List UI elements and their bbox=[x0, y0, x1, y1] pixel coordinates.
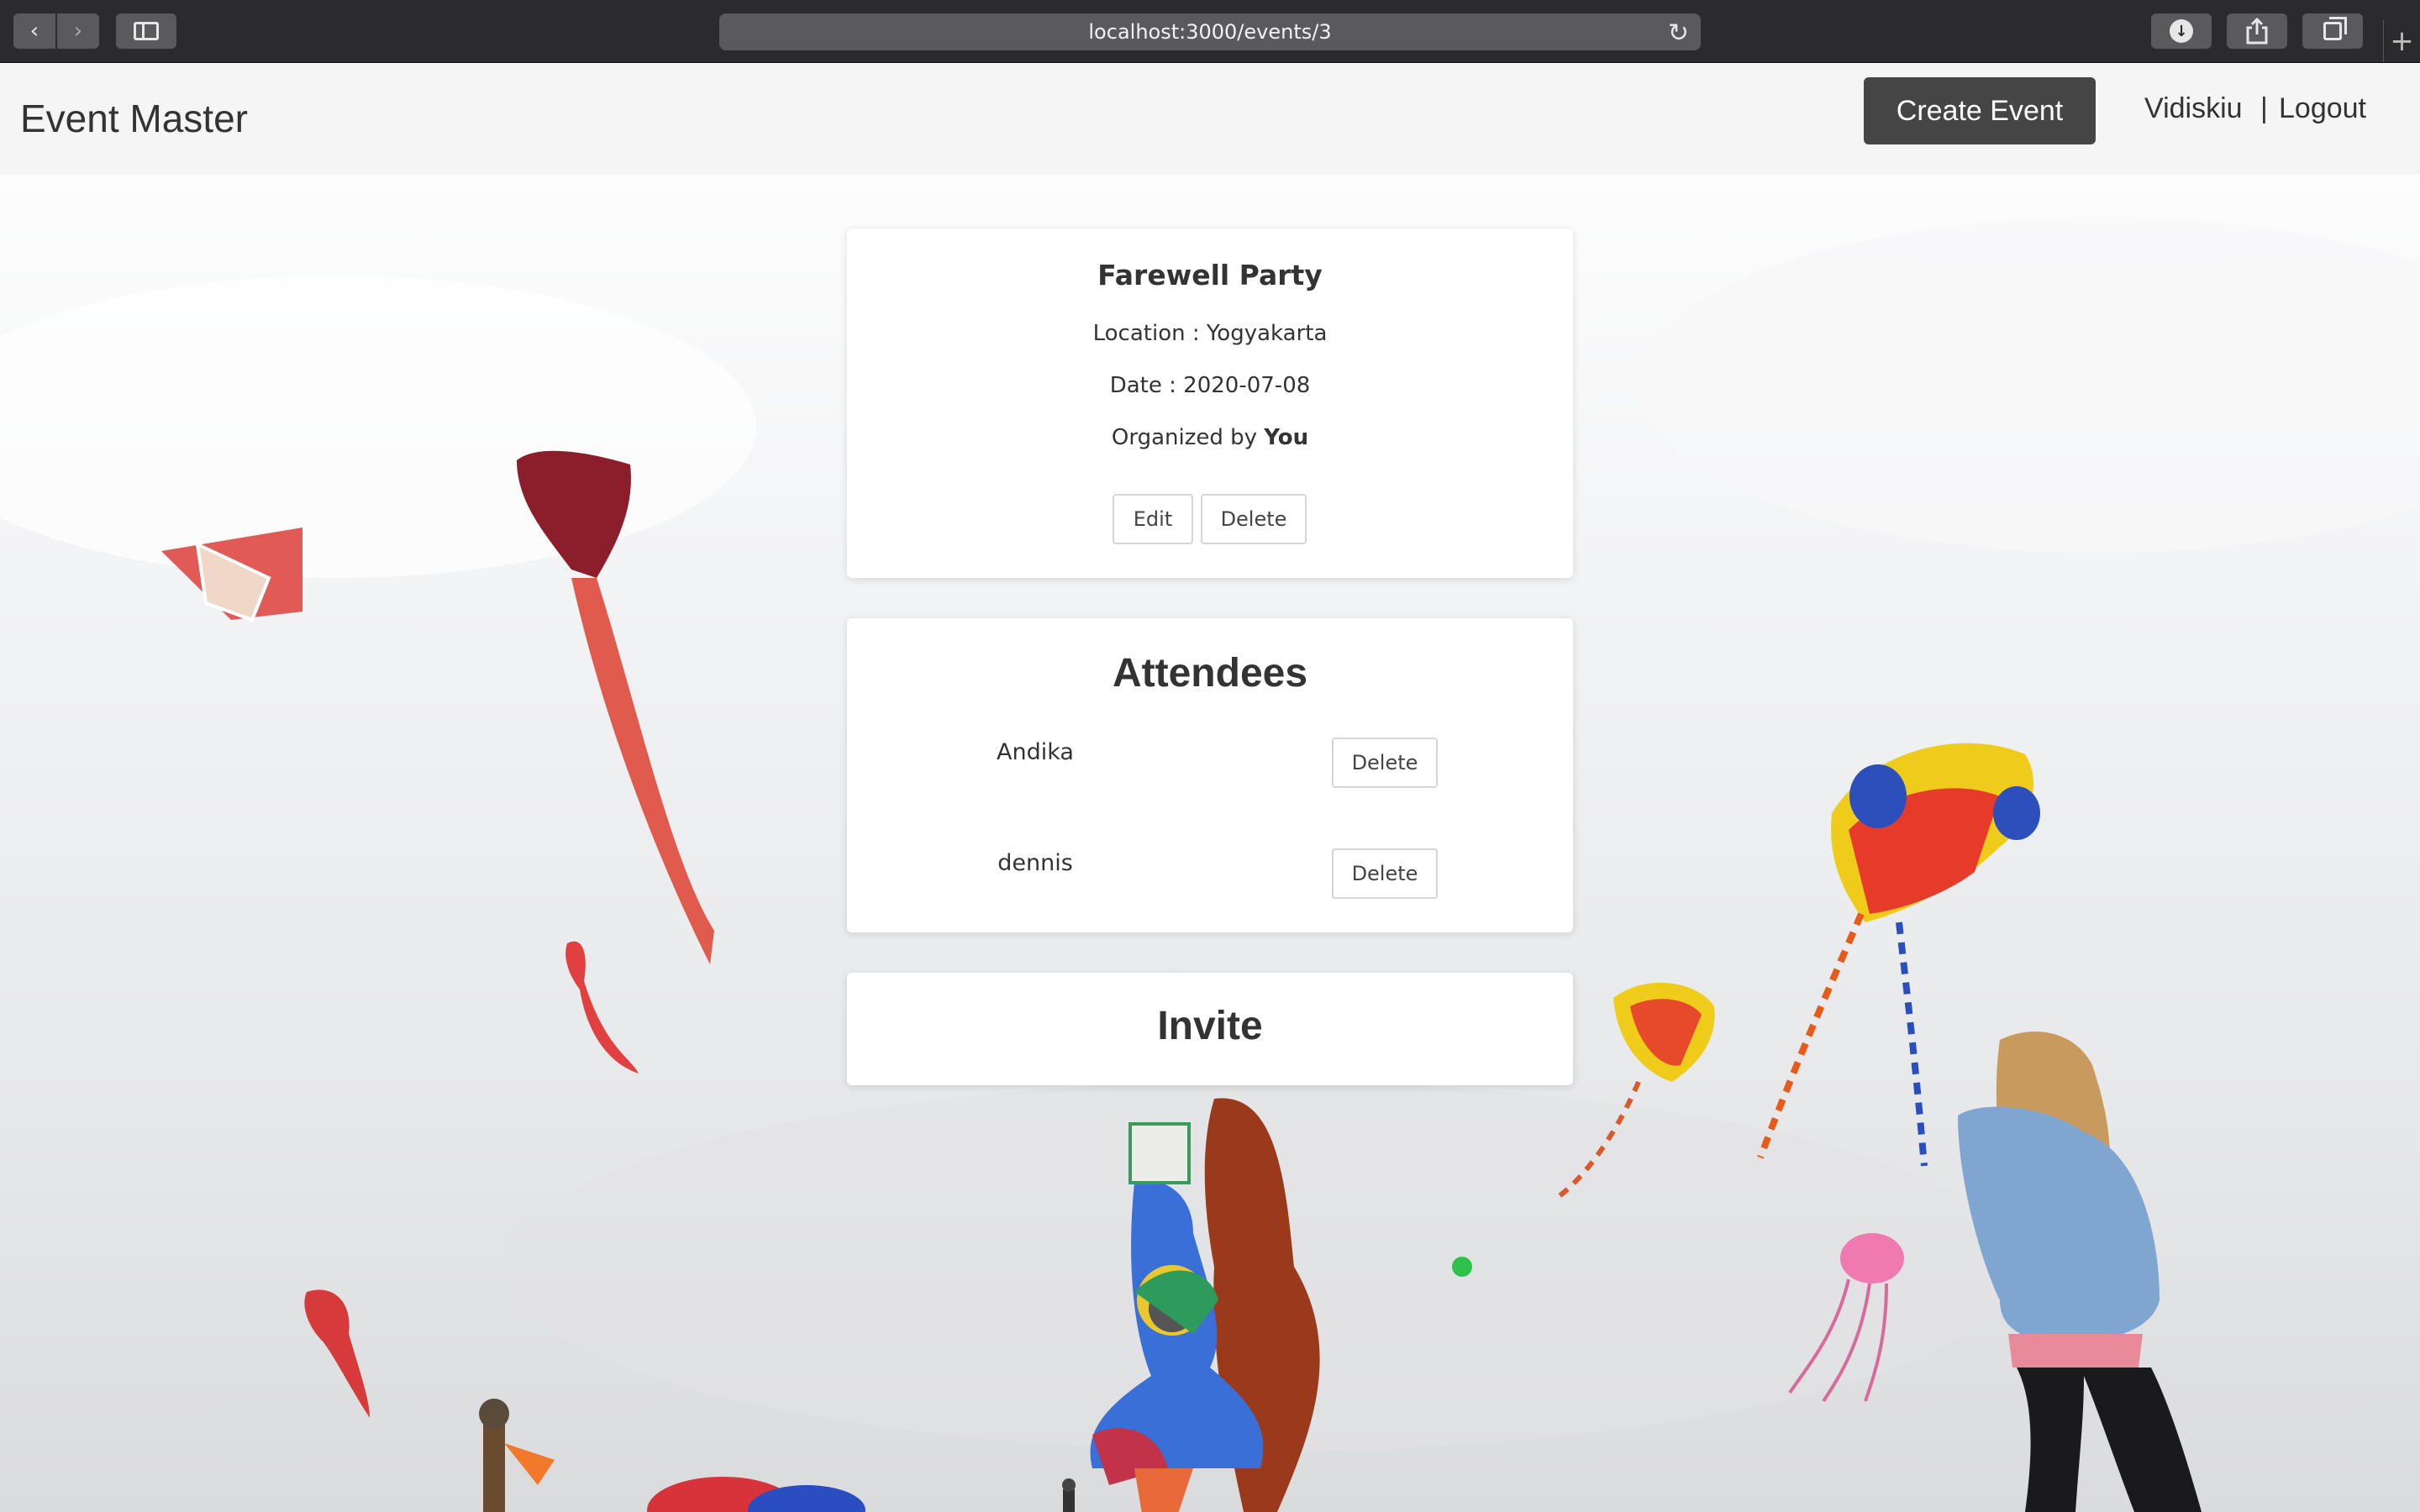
edit-event-button[interactable]: Edit bbox=[1113, 494, 1193, 544]
tabs-icon bbox=[2323, 17, 2347, 40]
delete-attendee-button[interactable]: Delete bbox=[1332, 738, 1438, 788]
address-bar[interactable]: localhost:3000/events/3 ↻ bbox=[719, 13, 1701, 50]
event-title: Farewell Party bbox=[1097, 259, 1323, 291]
invite-title: Invite bbox=[1157, 1004, 1263, 1048]
app-navbar: Event Master Create Event Vidiskiu | Log… bbox=[0, 64, 2420, 175]
share-icon bbox=[2246, 18, 2268, 45]
share-button[interactable] bbox=[2227, 13, 2287, 49]
chevron-right-icon: › bbox=[73, 18, 83, 44]
chevron-left-icon: ‹ bbox=[29, 18, 39, 44]
date-value: 2020-07-08 bbox=[1183, 373, 1311, 398]
attendee-name: dennis bbox=[997, 850, 1073, 876]
location-label: Location bbox=[1092, 321, 1186, 346]
delete-event-button[interactable]: Delete bbox=[1201, 494, 1307, 544]
brand-logo[interactable]: Event Master bbox=[20, 96, 248, 141]
event-date-line: Date : 2020-07-08 bbox=[847, 373, 1573, 398]
downloads-button[interactable]: ↓ bbox=[2151, 13, 2212, 49]
organizer-name: You bbox=[1264, 425, 1309, 450]
nav-separator: | bbox=[2260, 92, 2268, 124]
logout-link[interactable]: Logout bbox=[2279, 92, 2366, 125]
tab-overview-button[interactable] bbox=[2302, 13, 2363, 49]
new-tab-button[interactable]: + bbox=[2383, 20, 2420, 62]
browser-toolbar: ‹ › localhost:3000/events/3 ↻ ↓ + bbox=[0, 0, 2420, 63]
create-event-button[interactable]: Create Event bbox=[1864, 77, 2096, 144]
location-separator: : bbox=[1192, 321, 1200, 346]
plus-icon: + bbox=[2390, 24, 2414, 58]
download-icon: ↓ bbox=[2170, 19, 2193, 43]
url-text: localhost:3000/events/3 bbox=[1088, 20, 1332, 44]
delete-attendee-button[interactable]: Delete bbox=[1332, 848, 1438, 899]
location-value: Yogyakarta bbox=[1206, 321, 1328, 346]
attendees-title: Attendees bbox=[1112, 651, 1308, 696]
username-link[interactable]: Vidiskiu bbox=[2144, 92, 2243, 125]
sidebar-icon bbox=[134, 22, 159, 40]
reload-icon[interactable]: ↻ bbox=[1668, 18, 1689, 48]
organizer-prefix: Organized by bbox=[1111, 425, 1258, 450]
event-details-card: Farewell Party Location : Yogyakarta Dat… bbox=[847, 228, 1573, 578]
event-organizer-line: Organized by You bbox=[847, 425, 1573, 450]
event-location-line: Location : Yogyakarta bbox=[847, 321, 1573, 346]
back-button[interactable]: ‹ bbox=[13, 13, 55, 49]
attendees-card: Attendees Andika Delete dennis Delete bbox=[847, 618, 1573, 932]
invite-card: Invite bbox=[847, 973, 1573, 1085]
attendee-name: Andika bbox=[997, 739, 1074, 765]
sidebar-toggle-button[interactable] bbox=[116, 13, 176, 49]
forward-button[interactable]: › bbox=[57, 13, 99, 49]
date-label: Date bbox=[1109, 373, 1162, 398]
date-separator: : bbox=[1169, 373, 1176, 398]
